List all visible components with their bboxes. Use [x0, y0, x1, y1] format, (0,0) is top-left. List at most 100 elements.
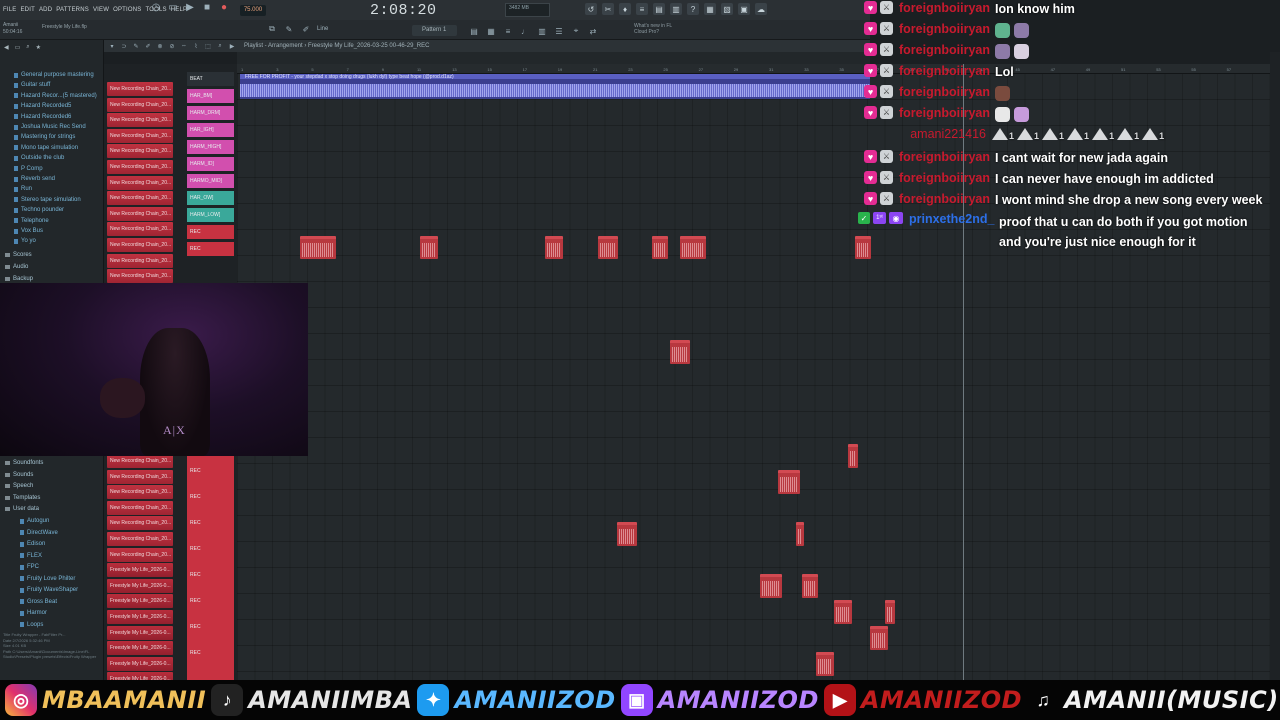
browser-folder[interactable]: Audio: [5, 264, 28, 270]
lane-header[interactable]: HAR_OW]: [187, 191, 234, 205]
browser-item[interactable]: FPC: [20, 564, 39, 570]
audio-clip[interactable]: [760, 574, 782, 598]
lane-header[interactable]: REC: [187, 546, 234, 552]
brush-icon[interactable]: ✐: [144, 42, 152, 50]
browser-item[interactable]: Mono tape simulation: [14, 145, 78, 151]
ruler-overview[interactable]: [237, 52, 870, 64]
audio-clip[interactable]: [816, 652, 834, 676]
channel-rack-icon[interactable]: ▧: [721, 3, 733, 15]
draw-icon[interactable]: ✎: [283, 23, 295, 35]
lane-header[interactable]: REC: [187, 468, 234, 474]
track-name[interactable]: New Recording Chain_20...: [107, 144, 173, 159]
tempo-display[interactable]: 75.000: [240, 5, 266, 16]
touch-view-icon[interactable]: ☰: [553, 25, 565, 37]
menu-patterns[interactable]: PATTERNS: [56, 7, 89, 13]
record-mode-icon[interactable]: ▭: [167, 1, 179, 13]
track-name[interactable]: Freestyle My Life_2026-0...: [107, 594, 173, 609]
track-name[interactable]: New Recording Chain_20...: [107, 253, 173, 268]
lane-header[interactable]: HAR_IGH]: [187, 123, 234, 137]
track-name[interactable]: Freestyle My Life_2026-0...: [107, 625, 173, 640]
piano-roll-icon[interactable]: ▥: [670, 3, 682, 15]
browser-folder-icon[interactable]: ▭: [15, 44, 21, 51]
browser-folder[interactable]: Templates: [5, 495, 40, 501]
plugin-icon[interactable]: ▦: [704, 3, 716, 15]
browser-item[interactable]: Techno pounder: [14, 207, 64, 213]
slip-icon[interactable]: ⇔: [180, 42, 188, 50]
browser-item[interactable]: FLEX: [20, 553, 42, 559]
audio-clip[interactable]: [796, 522, 804, 546]
play-clip-icon[interactable]: ▶: [228, 42, 236, 50]
browser-item[interactable]: Stereo tape simulation: [14, 197, 81, 203]
lane-header[interactable]: REC: [187, 572, 234, 578]
snap-icon[interactable]: ⧉: [266, 23, 278, 35]
track-name[interactable]: New Recording Chain_20...: [107, 469, 173, 484]
track-name[interactable]: Freestyle My Life_2026-0...: [107, 641, 173, 656]
track-name[interactable]: New Recording Chain_20...: [107, 532, 173, 546]
browser-folder[interactable]: Backup: [5, 276, 33, 282]
audio-clip[interactable]: [848, 444, 858, 468]
chat-username[interactable]: foreignboiiryan: [899, 85, 995, 99]
browser-item[interactable]: Telephone: [14, 218, 49, 224]
track-name[interactable]: New Recording Chain_20...: [107, 238, 173, 252]
record-icon[interactable]: ●: [218, 1, 230, 13]
help-icon[interactable]: ?: [687, 3, 699, 15]
chat-username[interactable]: foreignboiiryan: [899, 106, 995, 120]
menu-add[interactable]: ADD: [39, 7, 52, 13]
audio-clip[interactable]: [300, 236, 336, 259]
track-name[interactable]: Freestyle My Life_2026-0...: [107, 563, 173, 578]
browser-folder[interactable]: User data: [5, 506, 39, 512]
audio-clip[interactable]: [420, 236, 438, 259]
browser-item[interactable]: Run: [14, 186, 32, 192]
lane-header[interactable]: REC: [187, 650, 234, 656]
browser-folder[interactable]: Soundfonts: [5, 460, 43, 466]
chat-username[interactable]: amani221416: [896, 127, 992, 141]
pattern-selector[interactable]: Pattern 1: [412, 25, 457, 36]
track-name[interactable]: New Recording Chain_20...: [107, 191, 173, 206]
audio-clip[interactable]: [778, 470, 800, 494]
chat-username[interactable]: foreignboiiryan: [899, 64, 995, 78]
lane-header[interactable]: REC: [187, 624, 234, 630]
lane-header[interactable]: BEAT: [187, 72, 234, 86]
menu-file[interactable]: FILE: [3, 7, 16, 13]
lane-header[interactable]: REC: [187, 494, 234, 500]
plugin-view-icon[interactable]: ▥: [536, 25, 548, 37]
menu-options[interactable]: OPTIONS: [113, 7, 141, 13]
audio-clip[interactable]: [802, 574, 818, 598]
cloud-icon[interactable]: ☁: [755, 3, 767, 15]
track-name[interactable]: Freestyle My Life_2026-0...: [107, 656, 173, 671]
track-name[interactable]: New Recording Chain_20...: [107, 82, 173, 96]
chat-username[interactable]: prinxethe2nd_: [909, 212, 999, 226]
lane-header[interactable]: REC: [187, 242, 234, 256]
track-name[interactable]: New Recording Chain_20...: [107, 454, 173, 468]
cursor-view-icon[interactable]: ⌖: [570, 25, 582, 37]
lane-header[interactable]: HARM_DRM]: [187, 106, 234, 120]
lane-header[interactable]: REC: [187, 598, 234, 604]
tempo-view-icon[interactable]: ♩: [519, 25, 531, 37]
audio-clip[interactable]: [870, 626, 888, 650]
browser-icon[interactable]: ▣: [738, 3, 750, 15]
browser-item[interactable]: Guitar stuff: [14, 82, 50, 88]
browser-item[interactable]: Outside the club: [14, 155, 64, 161]
audio-clip[interactable]: [680, 236, 706, 259]
browser-item[interactable]: Reverb send: [14, 176, 55, 182]
track-name[interactable]: New Recording Chain_20...: [107, 175, 173, 190]
audio-clip[interactable]: [834, 600, 852, 624]
browser-item[interactable]: Gross Beat: [20, 599, 57, 605]
vertical-scrollbar[interactable]: [1270, 52, 1280, 680]
playlist-menu-icon[interactable]: ▾: [108, 42, 116, 50]
mute-icon[interactable]: ⊘: [168, 42, 176, 50]
lane-header[interactable]: HAR_BM]: [187, 89, 234, 103]
magnet-icon[interactable]: ⊃: [120, 42, 128, 50]
stop-icon[interactable]: ■: [201, 1, 213, 13]
track-name[interactable]: New Recording Chain_20...: [107, 547, 173, 562]
cut-icon[interactable]: ✂: [602, 3, 614, 15]
track-name[interactable]: New Recording Chain_20...: [107, 500, 173, 515]
mixer-icon[interactable]: ≡: [636, 3, 648, 15]
audio-clip[interactable]: [598, 236, 618, 259]
mic-icon[interactable]: ♦: [619, 3, 631, 15]
track-name[interactable]: Freestyle My Life_2026-0...: [107, 610, 173, 624]
track-name[interactable]: New Recording Chain_20...: [107, 97, 173, 112]
browser-item[interactable]: Loops: [20, 622, 43, 628]
track-name[interactable]: New Recording Chain_20...: [107, 516, 173, 531]
lane-header[interactable]: REC: [187, 225, 234, 239]
